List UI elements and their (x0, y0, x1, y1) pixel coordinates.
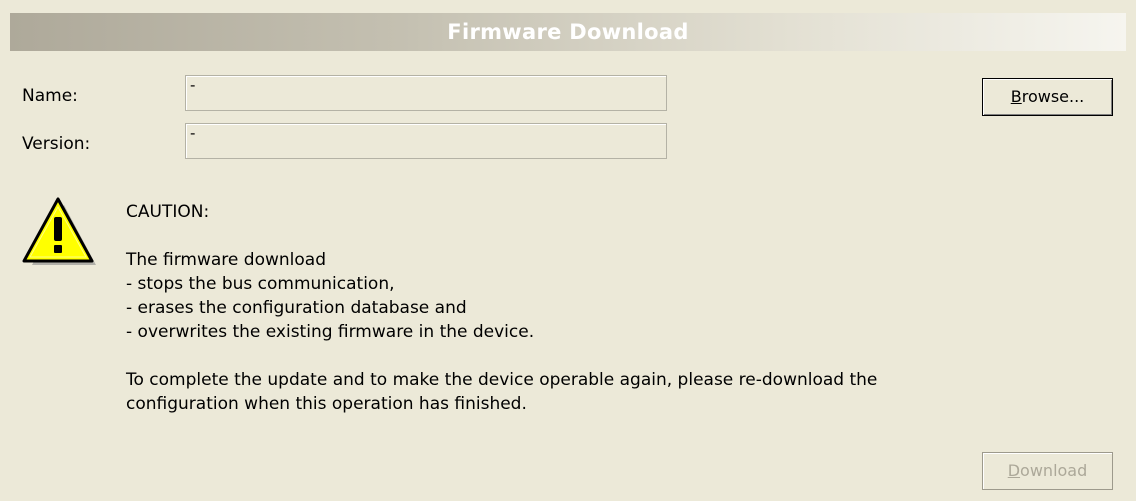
caution-message: CAUTION: The firmware download - stops t… (126, 200, 1006, 416)
caution-item: - overwrites the existing firmware in th… (126, 322, 535, 342)
caution-intro: The firmware download (126, 250, 326, 270)
caution-note-line: configuration when this operation has fi… (126, 394, 527, 414)
download-button[interactable]: Download (982, 452, 1113, 490)
page-title: Firmware Download (447, 20, 689, 44)
browse-button[interactable]: Browse... (982, 78, 1113, 116)
name-label: Name: (22, 86, 78, 106)
caution-note-line: To complete the update and to make the d… (126, 370, 878, 390)
browse-button-label: rowse... (1021, 87, 1085, 106)
download-button-label: ownload (1020, 461, 1088, 480)
version-field: - (185, 123, 667, 159)
download-button-mnemonic: D (1007, 461, 1021, 480)
browse-button-mnemonic: B (1010, 87, 1022, 106)
caution-heading: CAUTION: (126, 202, 210, 222)
caution-item: - erases the configuration database and (126, 298, 467, 318)
name-field: - (185, 75, 667, 111)
header-bar: Firmware Download (10, 13, 1126, 51)
caution-item: - stops the bus communication, (126, 274, 395, 294)
warning-triangle-icon (20, 195, 98, 267)
version-label: Version: (22, 134, 91, 154)
